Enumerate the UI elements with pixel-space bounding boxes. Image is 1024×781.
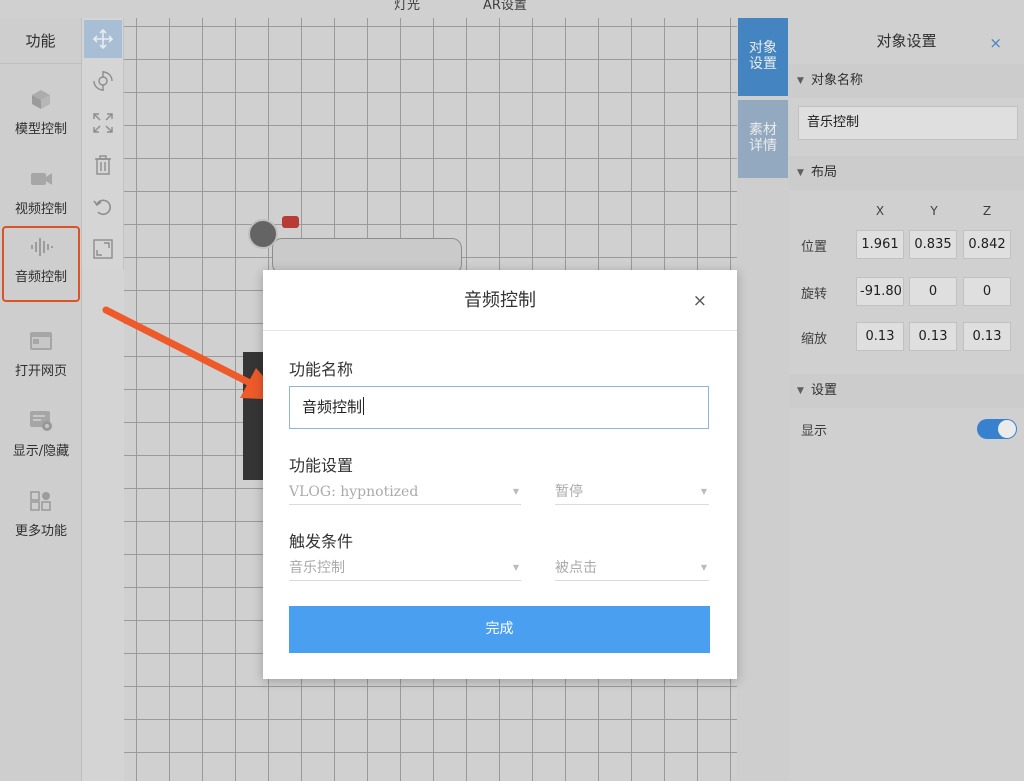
done-button[interactable]: 完成 [289, 606, 710, 653]
close-icon[interactable]: × [693, 270, 707, 332]
select-value: VLOG: hypnotized [289, 484, 419, 500]
function-settings-label: 功能设置 [289, 456, 354, 475]
function-name-input[interactable]: 音频控制 [289, 386, 709, 429]
function-name-value: 音频控制 [302, 398, 363, 416]
select-value: 被点击 [555, 560, 597, 576]
chevron-down-icon: ▼ [700, 487, 707, 496]
select-value: 音乐控制 [289, 560, 345, 576]
select-value: 暂停 [555, 484, 583, 500]
trigger-object-select[interactable]: 音乐控制 ▼ [289, 555, 521, 581]
chevron-down-icon: ▼ [700, 563, 707, 572]
audio-action-select[interactable]: 暂停 ▼ [555, 479, 709, 505]
function-name-label: 功能名称 [289, 360, 354, 379]
trigger-condition-label: 触发条件 [289, 532, 354, 551]
trigger-event-select[interactable]: 被点击 ▼ [555, 555, 709, 581]
dialog-title: 音频控制 [263, 270, 737, 331]
audio-source-select[interactable]: VLOG: hypnotized ▼ [289, 479, 521, 505]
chevron-down-icon: ▼ [512, 563, 519, 572]
audio-control-dialog: 音频控制 × 功能名称 音频控制 功能设置 VLOG: hypnotized ▼… [263, 270, 737, 679]
text-caret [363, 397, 365, 415]
chevron-down-icon: ▼ [512, 487, 519, 496]
